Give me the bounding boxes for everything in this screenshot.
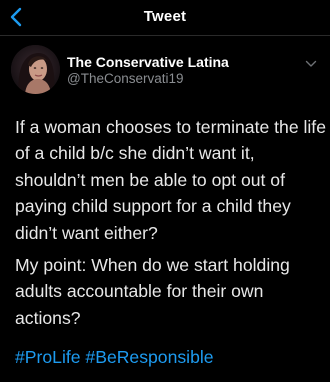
tweet-paragraph-1: If a woman chooses to terminate the life… [15, 117, 326, 243]
page-title: Tweet [143, 8, 187, 25]
tweet-menu-button[interactable] [303, 58, 319, 70]
author-name[interactable]: The Conservative Latina [67, 54, 229, 70]
hashtag-link[interactable]: #BeResponsible [85, 347, 213, 367]
avatar[interactable] [11, 45, 60, 94]
hashtag-link[interactable]: #ProLife [15, 347, 81, 367]
hashtag-row: #ProLife #BeResponsible [15, 344, 214, 370]
author-handle[interactable]: @TheConservati19 [67, 71, 184, 86]
profile-photo [11, 45, 60, 94]
chevron-down-icon [305, 60, 317, 67]
tweet-body: If a woman chooses to terminate the life… [15, 114, 327, 337]
tweet-paragraph-2: My point: When do we start holding adult… [15, 255, 290, 328]
top-bar: Tweet [0, 0, 330, 36]
